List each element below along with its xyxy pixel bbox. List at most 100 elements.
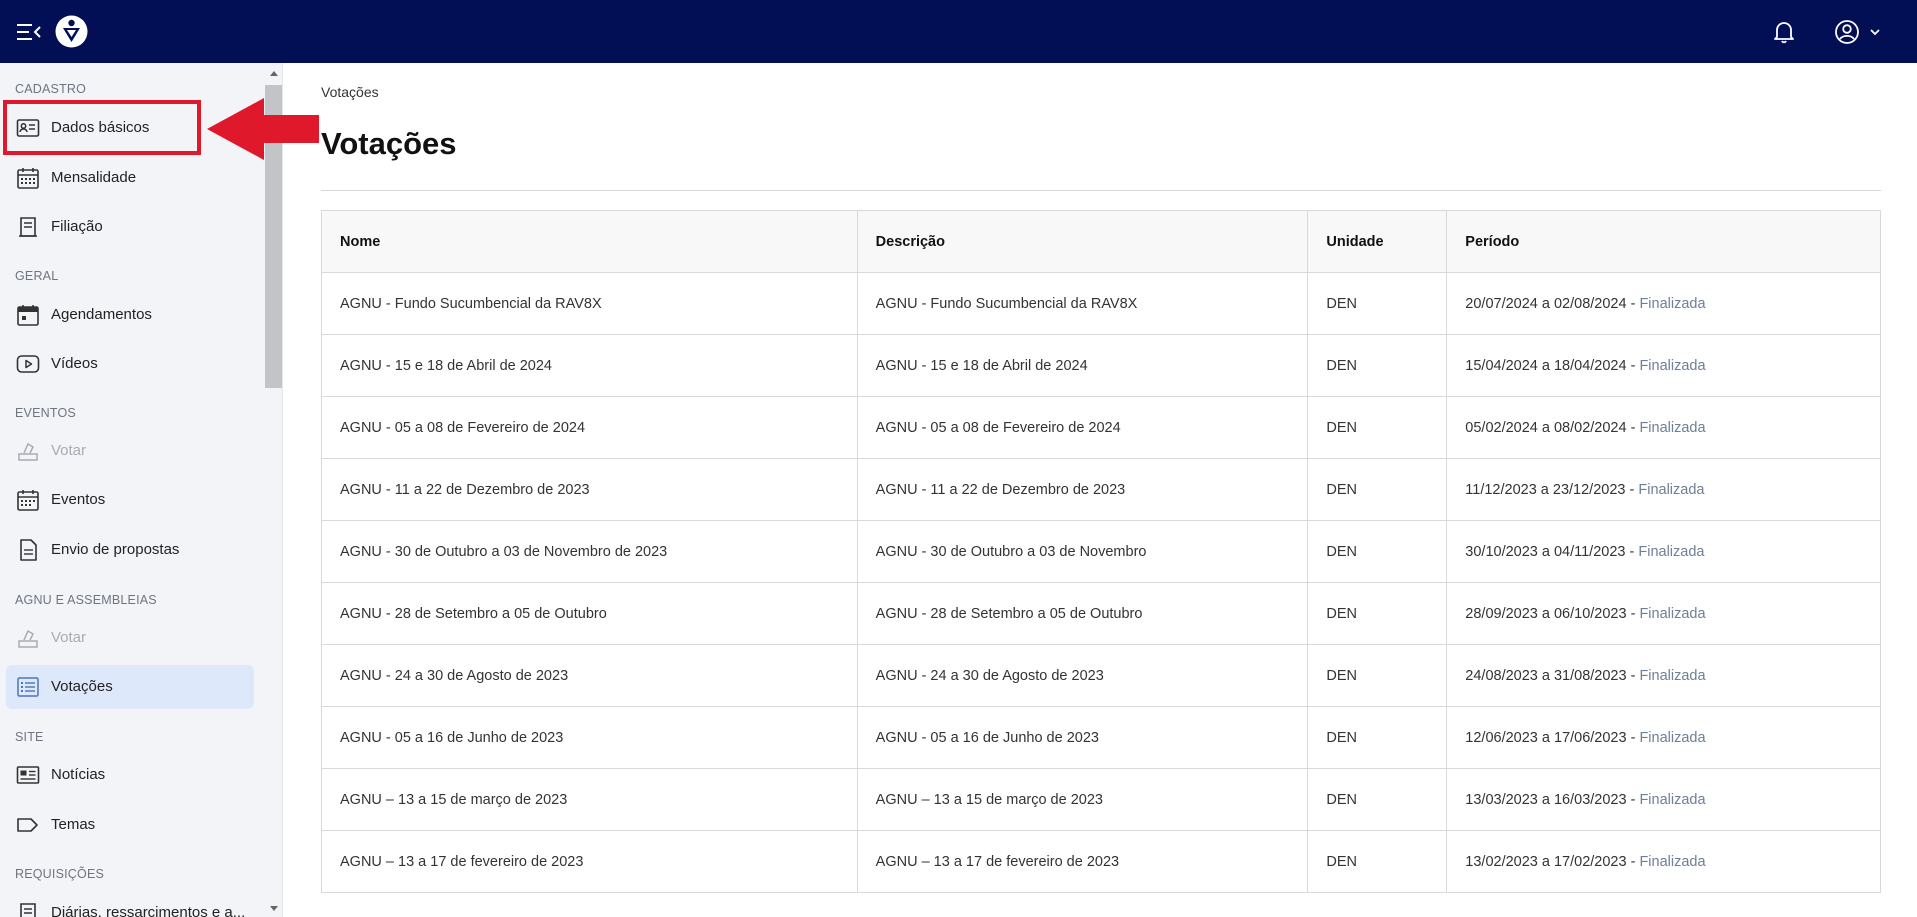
sidebar-item-label: Vídeos [51, 355, 98, 372]
status-text: Finalizada [1638, 481, 1705, 498]
page-title: Votações [321, 126, 457, 161]
column-header-unidade[interactable]: Unidade [1307, 210, 1448, 273]
status-text: Finalizada [1639, 729, 1706, 746]
column-header-periodo[interactable]: Período [1446, 210, 1881, 273]
sidebar-scrollbar[interactable] [264, 63, 282, 917]
document-icon [19, 217, 37, 237]
column-header-nome[interactable]: Nome [321, 210, 858, 273]
table-row[interactable]: AGNU - 24 a 30 de Agosto de 2023 AGNU - … [321, 644, 1881, 707]
table-row[interactable]: AGNU - 15 e 18 de Abril de 2024 AGNU - 1… [321, 334, 1881, 397]
top-bar [0, 0, 1917, 63]
sidebar-item-diarias[interactable]: Diárias, ressarcimentos e a... [6, 891, 254, 917]
sidebar-item-videos[interactable]: Vídeos [6, 342, 254, 386]
sidebar-item-eventos[interactable]: Eventos [6, 478, 254, 522]
receipt-icon [20, 903, 36, 917]
bell-icon[interactable] [1772, 19, 1796, 45]
cell-nome: AGNU - 24 a 30 de Agosto de 2023 [321, 644, 858, 707]
cell-descricao: AGNU - 28 de Setembro a 05 de Outubro [856, 582, 1309, 645]
breadcrumb[interactable]: Votações [321, 84, 379, 100]
file-icon [20, 539, 37, 561]
cell-unidade: DEN [1307, 644, 1448, 707]
news-icon [16, 766, 40, 784]
sidebar-item-label: Notícias [51, 766, 106, 783]
cell-descricao: AGNU - 24 a 30 de Agosto de 2023 [856, 644, 1309, 707]
calendar-grid-icon [17, 490, 39, 511]
logo-icon[interactable] [55, 15, 88, 48]
cell-periodo: 15/04/2024 a 18/04/2024 - Finalizada [1446, 334, 1881, 397]
sidebar-item-noticias[interactable]: Notícias [6, 753, 254, 797]
sidebar-item-temas[interactable]: Temas [6, 803, 254, 847]
cell-unidade: DEN [1307, 520, 1448, 583]
cell-nome: AGNU - 15 e 18 de Abril de 2024 [321, 334, 858, 397]
cell-unidade: DEN [1307, 706, 1448, 769]
divider [321, 190, 1881, 191]
sidebar-item-label: Votações [51, 678, 113, 695]
period-text: 28/09/2023 a 06/10/2023 - [1465, 605, 1640, 622]
period-text: 13/03/2023 a 16/03/2023 - [1465, 791, 1640, 808]
sidebar-item-votar-eventos: Votar [6, 429, 254, 473]
status-text: Finalizada [1639, 605, 1706, 622]
cell-descricao: AGNU - 30 de Outubro a 03 de Novembro [856, 520, 1309, 583]
cell-periodo: 13/02/2023 a 17/02/2023 - Finalizada [1446, 830, 1881, 893]
section-title-requisicoes: REQUISIÇÕES [15, 867, 105, 881]
sidebar-item-label: Mensalidade [51, 169, 137, 186]
sidebar-item-label: Votar [51, 629, 87, 646]
cell-nome: AGNU - 11 a 22 de Dezembro de 2023 [321, 458, 858, 521]
column-header-descricao[interactable]: Descrição [856, 210, 1309, 273]
sidebar-item-mensalidade[interactable]: Mensalidade [6, 156, 254, 200]
sidebar-item-agendamentos[interactable]: Agendamentos [6, 293, 254, 337]
section-title-eventos: EVENTOS [15, 406, 76, 420]
user-menu-icon[interactable] [1834, 18, 1888, 46]
cell-unidade: DEN [1307, 768, 1448, 831]
period-text: 11/12/2023 a 23/12/2023 - [1465, 481, 1639, 498]
sidebar-item-label: Temas [51, 816, 96, 833]
section-title-geral: GERAL [15, 269, 59, 283]
vote-icon [18, 629, 38, 648]
menu-collapse-icon[interactable] [16, 20, 42, 44]
table-row[interactable]: AGNU – 13 a 17 de fevereiro de 2023 AGNU… [321, 830, 1881, 893]
cell-descricao: AGNU - Fundo Sucumbencial da RAV8X [856, 272, 1309, 335]
table-row[interactable]: AGNU - 05 a 16 de Junho de 2023 AGNU - 0… [321, 706, 1881, 769]
scroll-down-arrow-icon[interactable] [270, 906, 278, 911]
calendar-icon [17, 305, 39, 326]
cell-descricao: AGNU - 11 a 22 de Dezembro de 2023 [856, 458, 1309, 521]
cell-nome: AGNU - Fundo Sucumbencial da RAV8X [321, 272, 858, 335]
play-icon [16, 355, 40, 373]
sidebar-item-label: Votar [51, 442, 87, 459]
sidebar-item-envio-de-propostas[interactable]: Envio de propostas [6, 528, 254, 572]
cell-unidade: DEN [1307, 458, 1448, 521]
status-text: Finalizada [1639, 295, 1706, 312]
period-text: 12/06/2023 a 17/06/2023 - [1465, 729, 1640, 746]
table-row[interactable]: AGNU - 30 de Outubro a 03 de Novembro de… [321, 520, 1881, 583]
table-row[interactable]: AGNU - 11 a 22 de Dezembro de 2023 AGNU … [321, 458, 1881, 521]
section-title-site: SITE [15, 730, 44, 744]
cell-periodo: 05/02/2024 a 08/02/2024 - Finalizada [1446, 396, 1881, 459]
sidebar-item-filiacao[interactable]: Filiação [6, 205, 254, 249]
section-title-agnu-e-assembleias: AGNU E ASSEMBLEIAS [15, 593, 157, 607]
table-row[interactable]: AGNU - 28 de Setembro a 05 de Outubro AG… [321, 582, 1881, 645]
cell-unidade: DEN [1307, 582, 1448, 645]
cell-periodo: 28/09/2023 a 06/10/2023 - Finalizada [1446, 582, 1881, 645]
table-row[interactable]: AGNU – 13 a 15 de março de 2023 AGNU – 1… [321, 768, 1881, 831]
cell-nome: AGNU – 13 a 15 de março de 2023 [321, 768, 858, 831]
table-header-row: Nome Descrição Unidade Período [321, 210, 1881, 273]
cell-unidade: DEN [1307, 272, 1448, 335]
cell-descricao: AGNU – 13 a 17 de fevereiro de 2023 [856, 830, 1309, 893]
period-text: 13/02/2023 a 17/02/2023 - [1465, 853, 1640, 870]
sidebar-item-votar-agnu: Votar [6, 616, 254, 660]
cell-nome: AGNU - 05 a 16 de Junho de 2023 [321, 706, 858, 769]
status-text: Finalizada [1639, 853, 1706, 870]
table-row[interactable]: AGNU - 05 a 08 de Fevereiro de 2024 AGNU… [321, 396, 1881, 459]
cell-periodo: 20/07/2024 a 02/08/2024 - Finalizada [1446, 272, 1881, 335]
period-text: 15/04/2024 a 18/04/2024 - [1465, 357, 1640, 374]
sidebar-item-label: Agendamentos [51, 306, 152, 323]
scroll-up-arrow-icon[interactable] [270, 71, 278, 76]
sidebar-item-votacoes[interactable]: Votações [6, 665, 254, 709]
cell-unidade: DEN [1307, 830, 1448, 893]
cell-periodo: 11/12/2023 a 23/12/2023 - Finalizada [1446, 458, 1881, 521]
cell-periodo: 24/08/2023 a 31/08/2023 - Finalizada [1446, 644, 1881, 707]
vote-icon [18, 442, 38, 461]
cell-periodo: 13/03/2023 a 16/03/2023 - Finalizada [1446, 768, 1881, 831]
table-row[interactable]: AGNU - Fundo Sucumbencial da RAV8X AGNU … [321, 272, 1881, 335]
sidebar-item-label: Envio de propostas [51, 541, 180, 558]
